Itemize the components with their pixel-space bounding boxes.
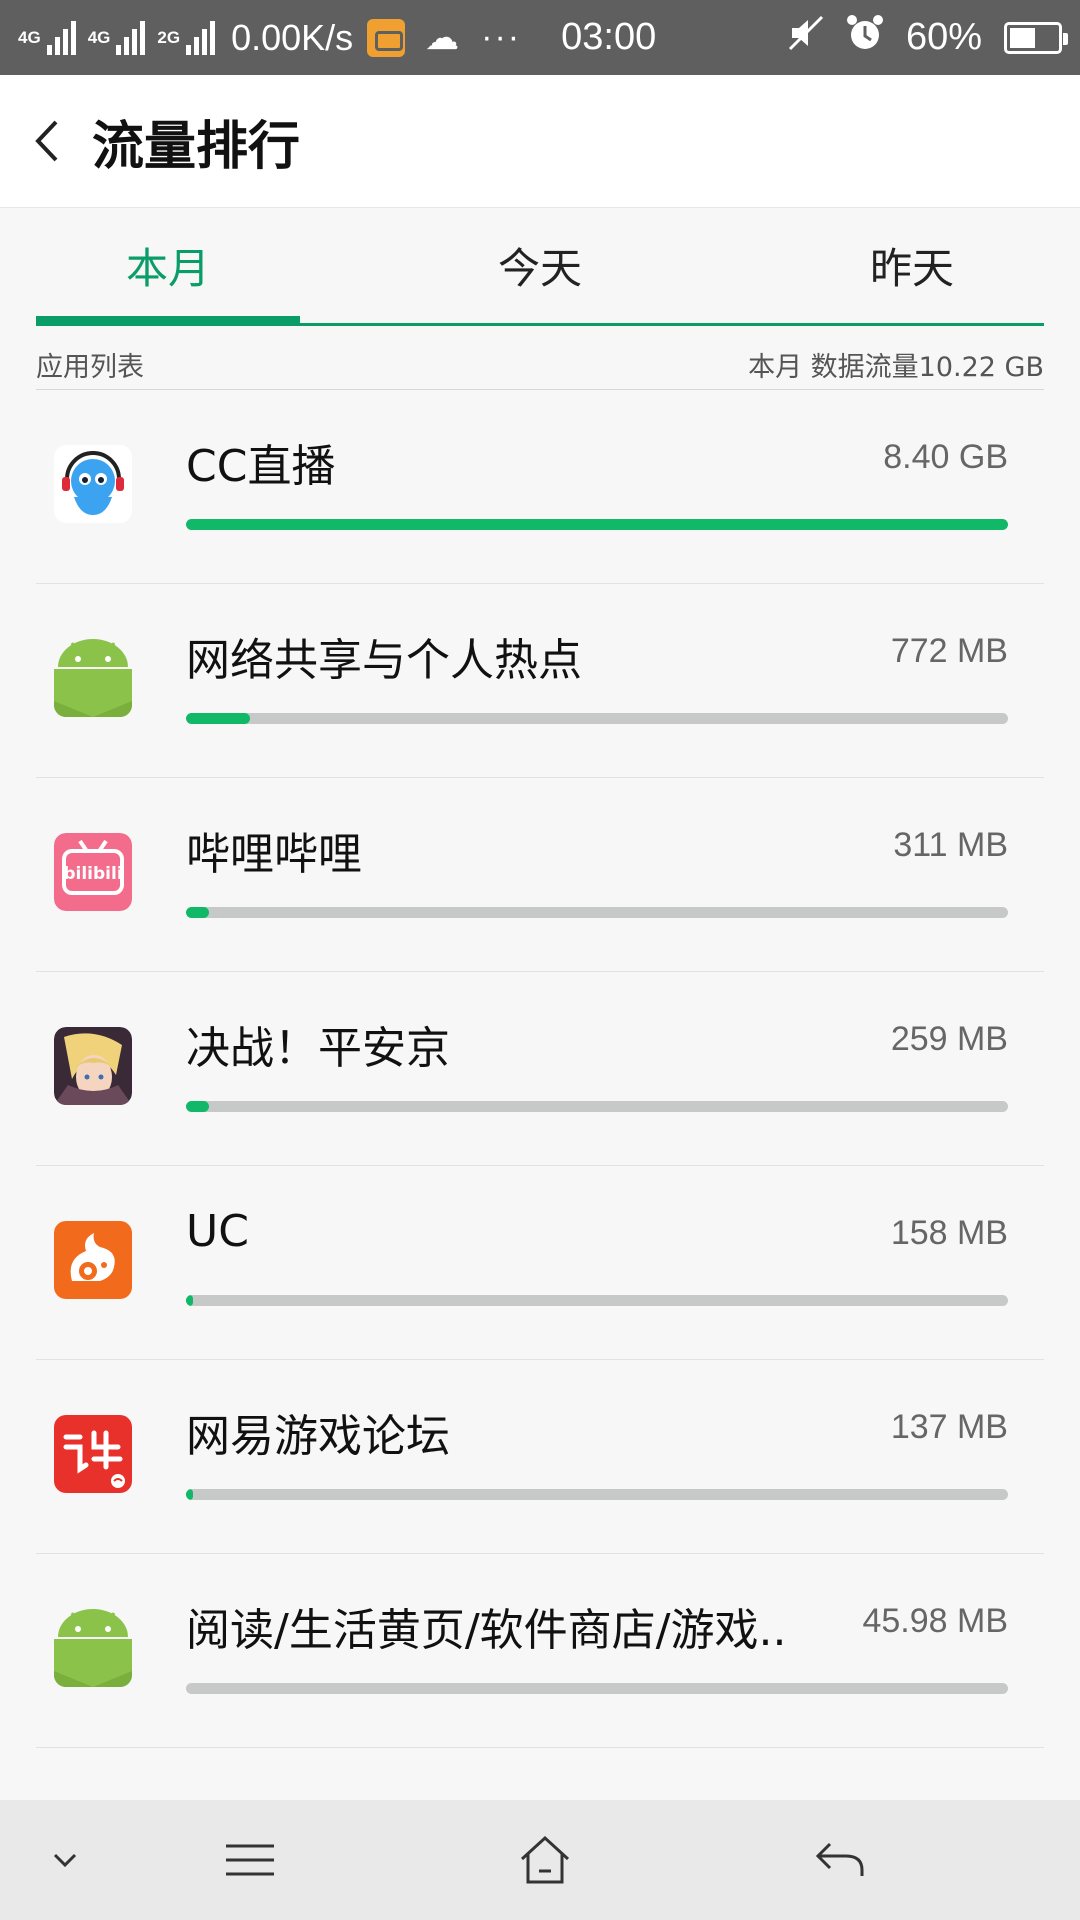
back-nav-icon [815, 1842, 864, 1876]
signal-strength-icon [46, 20, 76, 55]
menu-button[interactable] [210, 1800, 290, 1920]
cc-live-icon [54, 445, 132, 523]
mute-icon [788, 15, 824, 60]
usage-bar-fill [186, 1101, 210, 1112]
battery-icon [1004, 21, 1068, 54]
active-tab-indicator [36, 316, 300, 326]
usage-bar-fill [186, 713, 251, 724]
onmyoji-arena-icon [54, 1027, 132, 1105]
app-name: 网络共享与个人热点 [186, 635, 582, 686]
app-root: 4G 4G 2G 0.00K/s ☁ ··· 03:00 60% 流量排行 本月… [0, 0, 1080, 1920]
app-name: 阅读/生活黄页/软件商店/游戏.. [186, 1605, 787, 1656]
app-usage-list: CC直播 8.40 GB 网络共享与个人热点 772 MB bilibili 哔… [36, 390, 1044, 1748]
usage-bar-fill [186, 1489, 194, 1500]
android-icon [54, 1609, 132, 1687]
network-type-1: 4G [18, 28, 41, 47]
signal-strength-icon-2 [116, 20, 146, 55]
list-header-label: 应用列表 [36, 352, 144, 383]
list-item[interactable]: 网络共享与个人热点 772 MB [36, 584, 1044, 778]
svg-text:bilibili: bilibili [63, 864, 122, 884]
app-data-size: 8.40 GB [883, 438, 1008, 476]
hide-navbar-button[interactable] [30, 1800, 100, 1920]
battery-level [1010, 27, 1036, 48]
app-name: 网易游戏论坛 [186, 1411, 450, 1462]
app-bar: 流量排行 [0, 75, 1080, 208]
network-speed: 0.00K/s [231, 16, 354, 58]
usage-bar [186, 1295, 1008, 1306]
home-icon [520, 1835, 570, 1884]
app-name: UC [186, 1206, 249, 1257]
usage-bar [186, 713, 1008, 724]
status-bar: 4G 4G 2G 0.00K/s ☁ ··· 03:00 60% [0, 0, 1080, 75]
app-name: CC直播 [186, 441, 336, 492]
list-item[interactable]: 阅读/生活黄页/软件商店/游戏.. 45.98 MB [36, 1554, 1044, 1748]
app-data-size: 311 MB [893, 826, 1008, 864]
usage-bar [186, 1101, 1008, 1112]
android-icon [54, 639, 132, 717]
list-item[interactable]: UC 158 MB [36, 1166, 1044, 1360]
usage-bar-fill [186, 1295, 194, 1306]
status-left: 4G 4G 2G 0.00K/s ☁ ··· 03:00 [18, 16, 656, 59]
uc-browser-icon [54, 1221, 132, 1299]
total-data-usage: 本月 数据流量10.22 GB [748, 352, 1044, 383]
list-header: 应用列表 本月 数据流量10.22 GB [36, 340, 1044, 390]
tab-today[interactable]: 今天 [402, 208, 678, 323]
home-button[interactable] [500, 1800, 590, 1920]
list-item[interactable]: CC直播 8.40 GB [36, 390, 1044, 584]
usage-bar-fill [186, 519, 1008, 530]
app-name: 哔哩哔哩 [186, 829, 362, 880]
back-nav-button[interactable] [800, 1800, 880, 1920]
network-type-3: 2G [157, 28, 181, 47]
usage-bar [186, 519, 1008, 530]
usage-bar [186, 1489, 1008, 1500]
usage-bar-fill [186, 907, 210, 918]
period-tabs: 本月 今天 昨天 [36, 208, 1044, 326]
back-arrow-icon [35, 120, 58, 162]
menu-icon [226, 1844, 274, 1876]
back-button[interactable] [2, 75, 92, 207]
tab-this-month[interactable]: 本月 [36, 208, 402, 323]
clock: 03:00 [561, 16, 657, 58]
battery-percentage: 60% [905, 16, 982, 58]
usage-bar [186, 1683, 1008, 1694]
app-data-size: 45.98 MB [862, 1602, 1008, 1640]
app-data-size: 259 MB [890, 1020, 1008, 1058]
network-indicator-1: 4G [18, 29, 41, 46]
netease-forum-icon [54, 1415, 132, 1493]
more-notifications-icon: ··· [481, 18, 522, 56]
notification-app-icon [367, 18, 406, 57]
weather-snow-icon: ☁ [425, 18, 460, 57]
usage-bar [186, 907, 1008, 918]
network-type-2: 4G [87, 28, 111, 47]
app-name: 决战！平安京 [186, 1023, 450, 1074]
navigation-bar [0, 1800, 1080, 1920]
app-data-size: 772 MB [890, 632, 1008, 670]
app-data-size: 158 MB [890, 1214, 1008, 1252]
status-right: 60% [788, 14, 1068, 61]
signal-strength-icon-3 [186, 20, 216, 55]
bilibili-icon: bilibili [54, 833, 132, 911]
network-indicator-3: 2G [157, 29, 180, 46]
list-item[interactable]: bilibili 哔哩哔哩 311 MB [36, 778, 1044, 972]
list-item[interactable]: 决战！平安京 259 MB [36, 972, 1044, 1166]
app-data-size: 137 MB [890, 1408, 1008, 1446]
chevron-down-icon [53, 1853, 77, 1868]
network-indicator-2: 4G [88, 29, 111, 46]
page-title: 流量排行 [92, 116, 301, 177]
list-item[interactable]: 网易游戏论坛 137 MB [36, 1360, 1044, 1554]
alarm-clock-icon [846, 14, 884, 61]
tab-yesterday[interactable]: 昨天 [678, 208, 1044, 323]
